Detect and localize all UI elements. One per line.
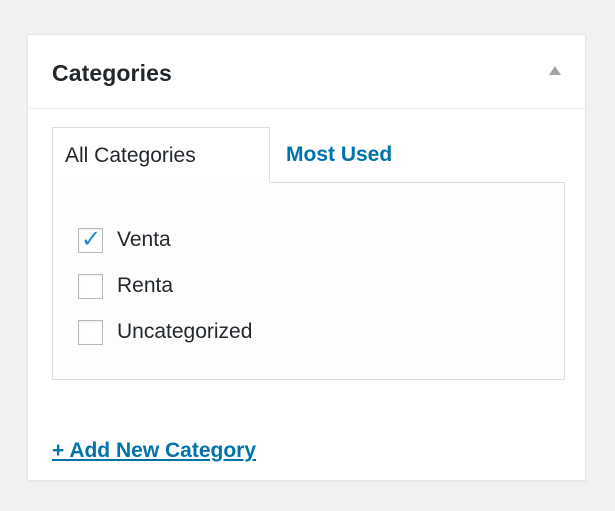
category-checkbox-uncategorized[interactable] (78, 319, 103, 345)
category-label[interactable]: Uncategorized (117, 320, 252, 344)
category-item-uncategorized[interactable]: Uncategorized (78, 309, 252, 355)
category-label[interactable]: Renta (117, 274, 173, 298)
category-label[interactable]: Venta (117, 228, 171, 252)
collapse-toggle-icon[interactable] (549, 66, 561, 75)
metabox-title: Categories (52, 60, 172, 86)
category-item-venta[interactable]: ✓ Venta (78, 217, 252, 263)
category-item-renta[interactable]: Renta (78, 263, 252, 309)
checkmark-icon: ✓ (81, 225, 102, 253)
categories-metabox: Categories All Categories Most Used ✓ Ve… (27, 34, 586, 481)
category-checkbox-renta[interactable] (78, 273, 103, 299)
category-checklist: ✓ Venta Renta Uncategorized (78, 217, 252, 355)
category-tabs: All Categories Most Used (52, 127, 572, 183)
tab-all-categories[interactable]: All Categories (52, 127, 270, 183)
category-checklist-panel: ✓ Venta Renta Uncategorized (52, 182, 565, 380)
category-checkbox-venta[interactable]: ✓ (78, 225, 103, 253)
metabox-header: Categories (28, 35, 585, 109)
add-new-category-link[interactable]: + Add New Category (52, 438, 256, 464)
tab-most-used[interactable]: Most Used (270, 127, 392, 183)
